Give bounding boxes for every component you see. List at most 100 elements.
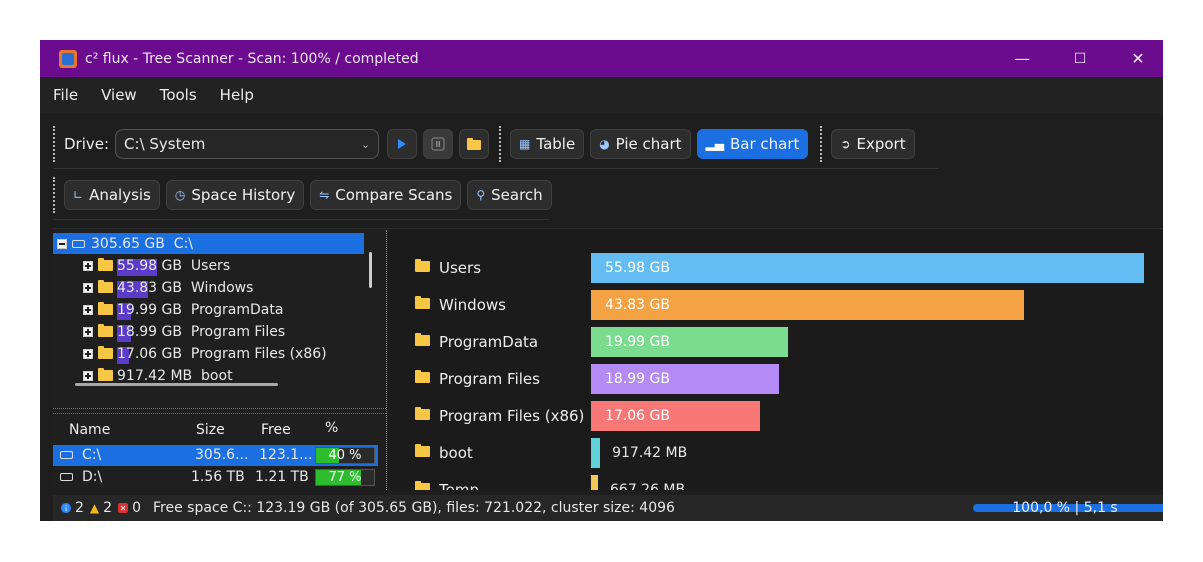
window-title: c² flux - Tree Scanner - Scan: 100% / co… — [85, 50, 419, 67]
search-label: Search — [491, 186, 543, 204]
drive-row[interactable]: D:\ 1.56 TB 1.21 TB 77 % — [53, 467, 378, 488]
tree-item-unit: GB — [161, 257, 182, 274]
analysis-button[interactable]: ∟ Analysis — [64, 180, 160, 210]
toolbar-divider — [53, 168, 939, 169]
col-header-name[interactable]: Name — [69, 422, 110, 438]
drive-usage-label: 40 % — [328, 448, 362, 463]
collapse-icon[interactable] — [57, 238, 67, 249]
pie-chart-view-button[interactable]: ◕ Pie chart — [590, 129, 691, 159]
tree-root-row[interactable]: 305.65 GB C:\ — [53, 233, 364, 254]
toolbar-grip[interactable] — [499, 126, 504, 162]
folder-icon — [98, 302, 113, 315]
col-header-size[interactable]: Size — [196, 422, 225, 438]
space-history-button[interactable]: ◷ Space History — [165, 180, 305, 210]
search-button[interactable]: ⚲ Search — [467, 180, 552, 210]
drive-icon — [60, 473, 73, 481]
bar-row[interactable]: ProgramData 19.99 GB — [390, 327, 1163, 357]
tree-item-unit: GB — [161, 345, 182, 362]
tree-item-unit: MB — [170, 367, 193, 384]
close-button[interactable]: ✕ — [1109, 40, 1163, 77]
info-badge[interactable]: i 2 — [61, 500, 84, 516]
toolbar-row-1: Drive: C:\ System ⌄ ▦ Table ◕ Pie chart — [53, 126, 921, 162]
open-folder-button[interactable] — [459, 129, 490, 159]
bar-row[interactable]: boot 917.42 MB — [390, 438, 1163, 468]
toolbar-grip[interactable] — [53, 177, 58, 213]
folder-icon — [98, 346, 113, 359]
bar-row[interactable]: Windows 43.83 GB — [390, 290, 1163, 320]
expand-icon[interactable] — [83, 370, 93, 381]
bar-row[interactable]: Users 55.98 GB — [390, 253, 1163, 283]
menu-help[interactable]: Help — [210, 86, 264, 104]
bar[interactable] — [591, 438, 601, 468]
tree-item[interactable]: 17.06 GB Program Files (x86) — [53, 343, 327, 364]
tree-item[interactable]: 19.99 GB ProgramData — [53, 299, 283, 320]
bar-chart-view-button[interactable]: ▂▄ Bar chart — [696, 129, 809, 159]
drive-size: 305.6... — [195, 447, 249, 463]
bar-category-label: Users — [439, 259, 482, 277]
folder-icon — [98, 324, 113, 337]
bar[interactable] — [591, 475, 598, 490]
tree-item-name: Windows — [190, 279, 254, 296]
chart-line-icon: ∟ — [73, 188, 84, 202]
error-badge[interactable]: ✕ 0 — [118, 500, 141, 516]
bar-row[interactable]: Program Files (x86) 17.06 GB — [390, 401, 1163, 431]
tree-root-name: C:\ — [173, 235, 194, 252]
bar-row[interactable]: Program Files 18.99 GB — [390, 364, 1163, 394]
expand-icon[interactable] — [83, 260, 93, 271]
col-header-free[interactable]: Free — [261, 422, 291, 438]
export-icon: ➲ — [840, 137, 851, 151]
menu-view[interactable]: View — [91, 86, 147, 104]
maximize-button[interactable]: ☐ — [1051, 40, 1109, 77]
tree-item-size-highlight: 17.06 — [117, 346, 157, 364]
tree-item-size-highlight: 19.99 — [117, 301, 158, 320]
bar-value-label: 18.99 GB — [605, 371, 670, 387]
expand-icon[interactable] — [83, 326, 93, 337]
tree-item[interactable]: 18.99 GB Program Files — [53, 321, 285, 342]
tree-item-size: 18.99 — [117, 323, 158, 340]
pause-scan-button[interactable] — [423, 129, 454, 159]
analysis-label: Analysis — [89, 186, 151, 204]
toolbar-bottom-border — [53, 228, 1163, 229]
bar-value-label: 917.42 MB — [612, 445, 688, 461]
space-history-label: Space History — [191, 186, 296, 204]
play-icon — [398, 139, 407, 149]
folder-icon — [415, 481, 434, 490]
bar-value-label: 43.83 GB — [605, 297, 670, 313]
minimize-button[interactable]: — — [993, 40, 1051, 77]
tree-horizontal-scrollbar[interactable] — [75, 383, 278, 386]
expand-icon[interactable] — [83, 348, 93, 359]
bar[interactable] — [591, 253, 1144, 283]
compare-scans-button[interactable]: ⇋ Compare Scans — [310, 180, 462, 210]
col-header-pct[interactable]: % — [325, 420, 338, 436]
tree-item-size: 19.99 — [117, 301, 158, 318]
pane-splitter-horizontal[interactable] — [53, 408, 386, 414]
bar-value-label: 17.06 GB — [605, 408, 670, 424]
drive-free: 123.1... — [259, 447, 313, 463]
toolbar-grip[interactable] — [53, 126, 58, 162]
tree-item[interactable]: 55.98 GB Users — [53, 255, 230, 276]
tree-item-size-highlight: 917.42 — [117, 368, 166, 384]
bar-category-label: Program Files (x86) — [439, 407, 585, 425]
folder-icon — [98, 258, 113, 271]
table-view-button[interactable]: ▦ Table — [510, 129, 585, 159]
tree-vertical-scrollbar[interactable] — [369, 252, 372, 288]
toolbar-area: Drive: C:\ System ⌄ ▦ Table ◕ Pie chart — [53, 118, 1163, 230]
bar-category-label: ProgramData — [439, 333, 539, 351]
drive-select[interactable]: C:\ System ⌄ — [115, 129, 380, 159]
expand-icon[interactable] — [83, 282, 93, 293]
expand-icon[interactable] — [83, 304, 93, 315]
export-button[interactable]: ➲ Export — [831, 129, 915, 159]
tree-item-name: Program Files — [190, 323, 286, 340]
warning-badge[interactable]: ▲ 2 — [90, 500, 112, 516]
drive-row[interactable]: C:\ 305.6... 123.1... 40 % — [53, 445, 378, 466]
folder-tree[interactable]: 305.65 GB C:\ 55.98 GB Users 43.83 GB Win… — [53, 230, 373, 388]
toolbar-grip[interactable] — [820, 126, 825, 162]
toolbar-divider — [53, 219, 549, 220]
compare-icon: ⇋ — [319, 188, 330, 202]
menu-tools[interactable]: Tools — [150, 86, 207, 104]
drive-icon — [72, 239, 85, 248]
start-scan-button[interactable] — [387, 129, 418, 159]
bar-row[interactable]: Temp 667.26 MB — [390, 475, 1163, 490]
tree-item[interactable]: 43.83 GB Windows — [53, 277, 253, 298]
menu-file[interactable]: File — [43, 86, 88, 104]
